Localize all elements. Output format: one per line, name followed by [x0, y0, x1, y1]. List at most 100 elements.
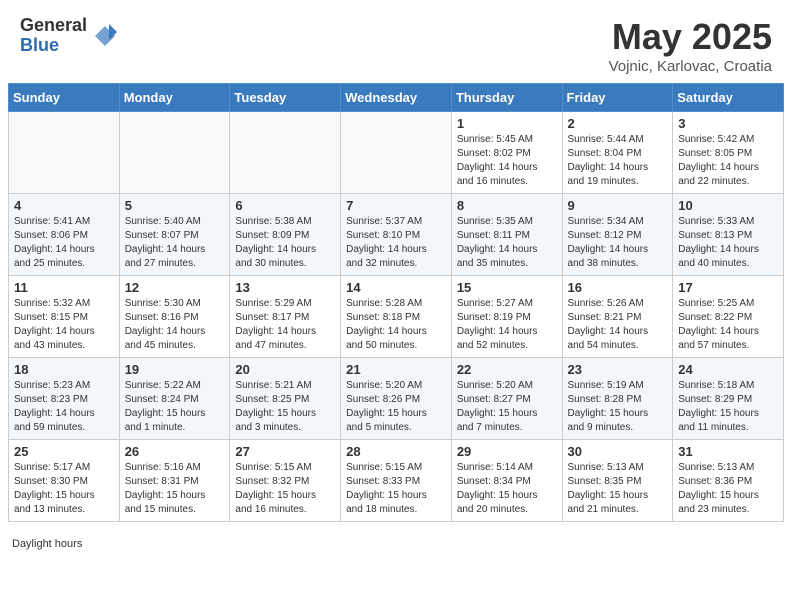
day-info: Sunrise: 5:41 AMSunset: 8:06 PMDaylight:… [14, 215, 114, 271]
calendar-cell: 10 Sunrise: 5:33 AMSunset: 8:13 PMDayligh… [673, 194, 784, 276]
day-info: Sunrise: 5:15 AMSunset: 8:33 PMDaylight:… [346, 461, 446, 517]
day-number: 17 [678, 280, 778, 295]
calendar-cell: 31Sunrise: 5:13 AMSunset: 8:36 PMDayligh… [673, 440, 784, 522]
day-number: 29 [457, 444, 557, 459]
day-number: 2 [568, 116, 668, 131]
calendar-cell: 6 Sunrise: 5:38 AMSunset: 8:09 PMDaylight… [230, 194, 341, 276]
calendar-cell [9, 112, 120, 194]
weekday-header: Wednesday [341, 84, 452, 112]
calendar-week-row: 18 Sunrise: 5:23 AMSunset: 8:23 PMDayligh… [9, 358, 784, 440]
calendar-cell: 17 Sunrise: 5:25 AMSunset: 8:22 PMDayligh… [673, 276, 784, 358]
calendar-cell: 18 Sunrise: 5:23 AMSunset: 8:23 PMDayligh… [9, 358, 120, 440]
calendar-cell: 4 Sunrise: 5:41 AMSunset: 8:06 PMDaylight… [9, 194, 120, 276]
calendar-header: SundayMondayTuesdayWednesdayThursdayFrid… [9, 84, 784, 112]
day-info: Sunrise: 5:38 AMSunset: 8:09 PMDaylight:… [235, 215, 335, 271]
day-number: 6 [235, 198, 335, 213]
day-info: Sunrise: 5:30 AMSunset: 8:16 PMDaylight:… [125, 297, 225, 353]
calendar-cell: 16Sunrise: 5:26 AMSunset: 8:21 PMDayligh… [562, 276, 673, 358]
day-info: Sunrise: 5:17 AMSunset: 8:30 PMDaylight:… [14, 461, 114, 517]
day-info: Sunrise: 5:44 AMSunset: 8:04 PMDaylight:… [568, 133, 668, 189]
weekday-header: Thursday [451, 84, 562, 112]
day-info: Sunrise: 5:42 AMSunset: 8:05 PMDaylight:… [678, 133, 778, 189]
calendar-cell [341, 112, 452, 194]
daylight-hours-label: Daylight hours [12, 538, 82, 550]
footer: Daylight hours [0, 534, 792, 558]
day-info: Sunrise: 5:20 AMSunset: 8:27 PMDaylight:… [457, 379, 557, 435]
title-block: May 2025 Vojnic, Karlovac, Croatia [609, 16, 772, 75]
day-number: 22 [457, 362, 557, 377]
day-number: 20 [235, 362, 335, 377]
day-number: 4 [14, 198, 114, 213]
day-info: Sunrise: 5:33 AMSunset: 8:13 PMDaylight:… [678, 215, 778, 271]
day-number: 21 [346, 362, 446, 377]
calendar-cell: 28 Sunrise: 5:15 AMSunset: 8:33 PMDayligh… [341, 440, 452, 522]
day-info: Sunrise: 5:22 AMSunset: 8:24 PMDaylight:… [125, 379, 225, 435]
calendar-cell: 27 Sunrise: 5:15 AMSunset: 8:32 PMDayligh… [230, 440, 341, 522]
day-info: Sunrise: 5:25 AMSunset: 8:22 PMDaylight:… [678, 297, 778, 353]
day-info: Sunrise: 5:28 AMSunset: 8:18 PMDaylight:… [346, 297, 446, 353]
weekday-header: Friday [562, 84, 673, 112]
day-number: 11 [14, 280, 114, 295]
calendar-cell: 3Sunrise: 5:42 AMSunset: 8:05 PMDaylight… [673, 112, 784, 194]
day-number: 5 [125, 198, 225, 213]
day-number: 31 [678, 444, 778, 459]
day-number: 26 [125, 444, 225, 459]
day-number: 30 [568, 444, 668, 459]
calendar-table: SundayMondayTuesdayWednesdayThursdayFrid… [8, 83, 784, 522]
logo-blue-text: Blue [20, 35, 59, 55]
calendar-cell: 1 Sunrise: 5:45 AMSunset: 8:02 PMDaylight… [451, 112, 562, 194]
day-info: Sunrise: 5:21 AMSunset: 8:25 PMDaylight:… [235, 379, 335, 435]
calendar-cell [230, 112, 341, 194]
day-info: Sunrise: 5:23 AMSunset: 8:23 PMDaylight:… [14, 379, 114, 435]
calendar-cell: 19 Sunrise: 5:22 AMSunset: 8:24 PMDayligh… [119, 358, 230, 440]
day-info: Sunrise: 5:29 AMSunset: 8:17 PMDaylight:… [235, 297, 335, 353]
calendar-cell: 2 Sunrise: 5:44 AMSunset: 8:04 PMDaylight… [562, 112, 673, 194]
day-info: Sunrise: 5:19 AMSunset: 8:28 PMDaylight:… [568, 379, 668, 435]
day-number: 9 [568, 198, 668, 213]
day-info: Sunrise: 5:40 AMSunset: 8:07 PMDaylight:… [125, 215, 225, 271]
logo-icon [91, 22, 119, 50]
calendar-cell: 13Sunrise: 5:29 AMSunset: 8:17 PMDayligh… [230, 276, 341, 358]
day-info: Sunrise: 5:26 AMSunset: 8:21 PMDaylight:… [568, 297, 668, 353]
logo-general-text: General [20, 15, 87, 35]
day-number: 15 [457, 280, 557, 295]
weekday-header: Tuesday [230, 84, 341, 112]
day-number: 24 [678, 362, 778, 377]
day-number: 14 [346, 280, 446, 295]
day-info: Sunrise: 5:45 AMSunset: 8:02 PMDaylight:… [457, 133, 557, 189]
calendar-cell: 24Sunrise: 5:18 AMSunset: 8:29 PMDayligh… [673, 358, 784, 440]
day-number: 28 [346, 444, 446, 459]
month-title: May 2025 [609, 16, 772, 58]
day-info: Sunrise: 5:37 AMSunset: 8:10 PMDaylight:… [346, 215, 446, 271]
calendar-cell: 14 Sunrise: 5:28 AMSunset: 8:18 PMDayligh… [341, 276, 452, 358]
day-number: 19 [125, 362, 225, 377]
day-number: 18 [14, 362, 114, 377]
day-info: Sunrise: 5:35 AMSunset: 8:11 PMDaylight:… [457, 215, 557, 271]
location: Vojnic, Karlovac, Croatia [609, 58, 772, 75]
day-info: Sunrise: 5:32 AMSunset: 8:15 PMDaylight:… [14, 297, 114, 353]
day-info: Sunrise: 5:34 AMSunset: 8:12 PMDaylight:… [568, 215, 668, 271]
calendar-cell: 23 Sunrise: 5:19 AMSunset: 8:28 PMDayligh… [562, 358, 673, 440]
logo: General Blue [20, 16, 119, 56]
day-number: 27 [235, 444, 335, 459]
weekday-header: Sunday [9, 84, 120, 112]
calendar-cell: 12Sunrise: 5:30 AMSunset: 8:16 PMDayligh… [119, 276, 230, 358]
calendar-cell: 11 Sunrise: 5:32 AMSunset: 8:15 PMDayligh… [9, 276, 120, 358]
day-number: 25 [14, 444, 114, 459]
weekday-header: Saturday [673, 84, 784, 112]
day-number: 10 [678, 198, 778, 213]
calendar-wrap: SundayMondayTuesdayWednesdayThursdayFrid… [0, 83, 792, 534]
calendar-cell: 30Sunrise: 5:13 AMSunset: 8:35 PMDayligh… [562, 440, 673, 522]
calendar-week-row: 4 Sunrise: 5:41 AMSunset: 8:06 PMDaylight… [9, 194, 784, 276]
calendar-cell: 20 Sunrise: 5:21 AMSunset: 8:25 PMDayligh… [230, 358, 341, 440]
calendar-week-row: 11 Sunrise: 5:32 AMSunset: 8:15 PMDayligh… [9, 276, 784, 358]
day-info: Sunrise: 5:15 AMSunset: 8:32 PMDaylight:… [235, 461, 335, 517]
calendar-cell: 26Sunrise: 5:16 AMSunset: 8:31 PMDayligh… [119, 440, 230, 522]
page-container: General Blue May 2025 Vojnic, Karlovac, … [0, 0, 792, 558]
calendar-cell: 22 Sunrise: 5:20 AMSunset: 8:27 PMDayligh… [451, 358, 562, 440]
calendar-cell: 9 Sunrise: 5:34 AMSunset: 8:12 PMDaylight… [562, 194, 673, 276]
day-number: 1 [457, 116, 557, 131]
day-info: Sunrise: 5:14 AMSunset: 8:34 PMDaylight:… [457, 461, 557, 517]
day-number: 23 [568, 362, 668, 377]
calendar-cell: 8Sunrise: 5:35 AMSunset: 8:11 PMDaylight… [451, 194, 562, 276]
